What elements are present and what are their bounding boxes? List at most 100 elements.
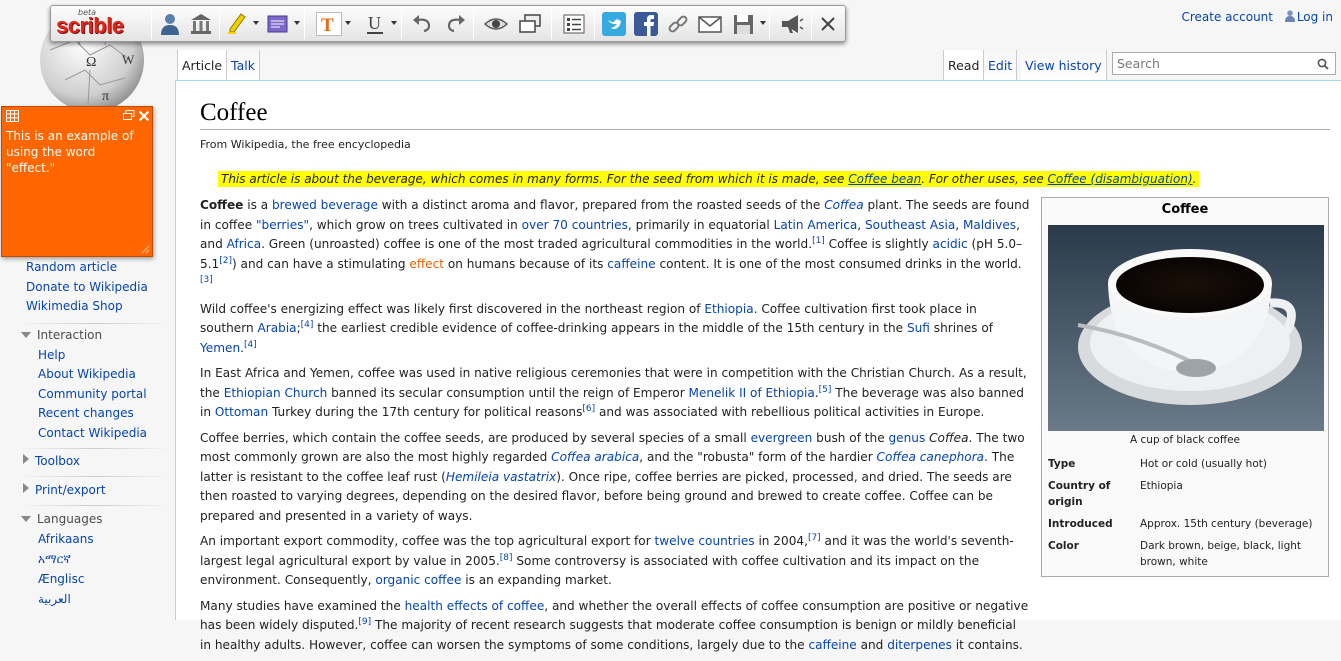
tab-article[interactable]: Article [177, 50, 228, 80]
sidebar-item-lang-afrikaans[interactable]: Afrikaans [38, 532, 94, 546]
sidebar-item-about[interactable]: About Wikipedia [38, 367, 136, 381]
minimize-icon[interactable] [123, 110, 135, 121]
megaphone-icon[interactable] [779, 12, 805, 36]
hatnote-text: . [1192, 172, 1197, 186]
toolbar-divider [594, 10, 595, 39]
dropdown-arrow-icon[interactable] [253, 21, 259, 25]
tab-edit[interactable]: Edit [984, 50, 1018, 80]
infobox-key: Type [1048, 458, 1076, 470]
sidebar-section-print-export[interactable]: Print/export [23, 483, 106, 497]
sidebar-item-contact[interactable]: Contact Wikipedia [38, 426, 147, 440]
sidebar-divider [20, 476, 170, 477]
undo-icon[interactable] [411, 12, 437, 36]
windows-icon[interactable] [517, 12, 543, 36]
paragraph: Coffee is a brewed beverage with a disti… [200, 198, 1030, 285]
view-eye-icon[interactable] [483, 12, 509, 36]
login-label: Log in [1296, 10, 1333, 24]
sidebar-item-lang-arabic[interactable]: العربية [38, 592, 71, 606]
toolbar-divider [551, 10, 552, 39]
close-icon[interactable] [138, 110, 150, 122]
infobox-key: Introduced [1048, 518, 1113, 530]
sidebar-section-interaction[interactable]: Interaction [21, 328, 102, 342]
sidebar-item-recent-changes[interactable]: Recent changes [38, 406, 134, 420]
infobox-value: Ethiopia [1140, 480, 1183, 492]
coffee-cup-image[interactable] [1048, 225, 1324, 431]
scrible-logo[interactable]: beta scrible [56, 8, 146, 38]
library-icon[interactable] [188, 12, 214, 36]
my-library-icon[interactable] [157, 12, 183, 36]
dropdown-arrow-icon[interactable] [294, 21, 300, 25]
sidebar-item-community-portal[interactable]: Community portal [38, 387, 147, 401]
twitter-icon[interactable] [601, 12, 627, 36]
underline-icon[interactable]: U [363, 12, 389, 36]
sidebar-item-help[interactable]: Help [38, 348, 65, 362]
svg-text:T: T [321, 15, 334, 36]
collapse-arrow-icon [21, 516, 31, 522]
sidebar-heading-toolbox: Toolbox [35, 454, 80, 468]
toolbar-divider [304, 10, 305, 39]
personal-tools: Create account Log in [1173, 10, 1333, 24]
infobox-value: Approx. 15th century (beverage) [1140, 518, 1313, 530]
redo-icon[interactable] [441, 12, 467, 36]
svg-text:U: U [368, 13, 381, 33]
hatnote-link-coffee-bean[interactable]: Coffee bean [848, 172, 921, 186]
sidebar-item-shop[interactable]: Wikimedia Shop [26, 299, 123, 313]
paragraph: In East Africa and Yemen, coffee was use… [200, 366, 1027, 419]
tab-read[interactable]: Read [943, 50, 985, 80]
infobox-key: Country of origin [1048, 480, 1111, 508]
link-icon[interactable] [665, 12, 691, 36]
paragraph: An important export commodity, coffee wa… [200, 532, 1014, 587]
sidebar-heading-interaction: Interaction [37, 328, 103, 342]
infobox-caption: A cup of black coffee [1130, 434, 1240, 446]
page-title: Coffee [200, 99, 1330, 130]
grid-icon[interactable] [6, 110, 19, 122]
search-input[interactable]: Search [1112, 52, 1336, 75]
sidebar-item-lang-amharic[interactable]: አማርኛ [38, 552, 71, 567]
paragraph: Many studies have examined the health ef… [200, 598, 1029, 652]
sidebar-item-lang-englisc[interactable]: Ænglisc [38, 572, 84, 586]
sidebar-section-languages[interactable]: Languages [21, 512, 102, 526]
svg-text:Ω: Ω [86, 55, 96, 70]
sidebar-heading-languages: Languages [37, 512, 103, 526]
highlighter-icon[interactable] [225, 12, 251, 36]
page-subtitle: From Wikipedia, the free encyclopedia [200, 138, 411, 151]
tab-talk[interactable]: Talk [227, 50, 260, 80]
toolbar-divider [769, 10, 770, 39]
infobox-value: Hot or cold (usually hot) [1140, 458, 1267, 470]
hatnote-link-disambiguation[interactable]: Coffee (disambiguation) [1048, 172, 1193, 186]
create-account-link[interactable]: Create account [1181, 10, 1273, 24]
facebook-icon[interactable] [633, 12, 659, 36]
resize-handle-icon[interactable] [141, 245, 150, 254]
dropdown-arrow-icon[interactable] [760, 21, 766, 25]
login-link[interactable]: Log in [1284, 10, 1333, 24]
scrible-logo-text: scrible [56, 13, 124, 38]
infobox-title: Coffee [1161, 202, 1209, 217]
toolbar-divider [401, 10, 402, 39]
collapse-arrow-icon [21, 332, 31, 338]
sticky-note[interactable]: This is an example of using the word "ef… [1, 106, 153, 257]
note-text[interactable]: This is an example of using the word "ef… [6, 128, 148, 176]
article-body: Coffee is a brewed beverage with a disti… [200, 196, 1030, 661]
email-icon[interactable] [697, 12, 723, 36]
sidebar-section-toolbox[interactable]: Toolbox [23, 454, 80, 468]
tab-view-history[interactable]: View history [1021, 50, 1107, 80]
dropdown-arrow-icon[interactable] [345, 21, 351, 25]
search-icon[interactable] [1317, 58, 1329, 70]
note-titlebar[interactable] [2, 107, 152, 125]
sidebar-item-random-article[interactable]: Random article [26, 260, 117, 274]
sticky-note-icon[interactable] [265, 12, 291, 36]
sidebar-divider [20, 448, 170, 449]
sidebar-heading-print-export: Print/export [35, 483, 106, 497]
hatnote-text: . For other uses, see [921, 172, 1048, 186]
toolbar-divider [219, 10, 220, 39]
list-icon[interactable] [561, 12, 587, 36]
close-icon[interactable] [815, 12, 841, 36]
dropdown-arrow-icon[interactable] [391, 21, 397, 25]
text-annotate-icon[interactable]: T [316, 12, 342, 36]
expand-arrow-icon [23, 454, 29, 464]
save-icon[interactable] [731, 12, 757, 36]
sidebar-divider [20, 505, 170, 506]
paragraph: Wild coffee's energizing effect was like… [200, 301, 993, 355]
infobox: Coffee A cup of black coffee Type Hot or… [1041, 197, 1329, 577]
sidebar-item-donate[interactable]: Donate to Wikipedia [26, 280, 148, 294]
